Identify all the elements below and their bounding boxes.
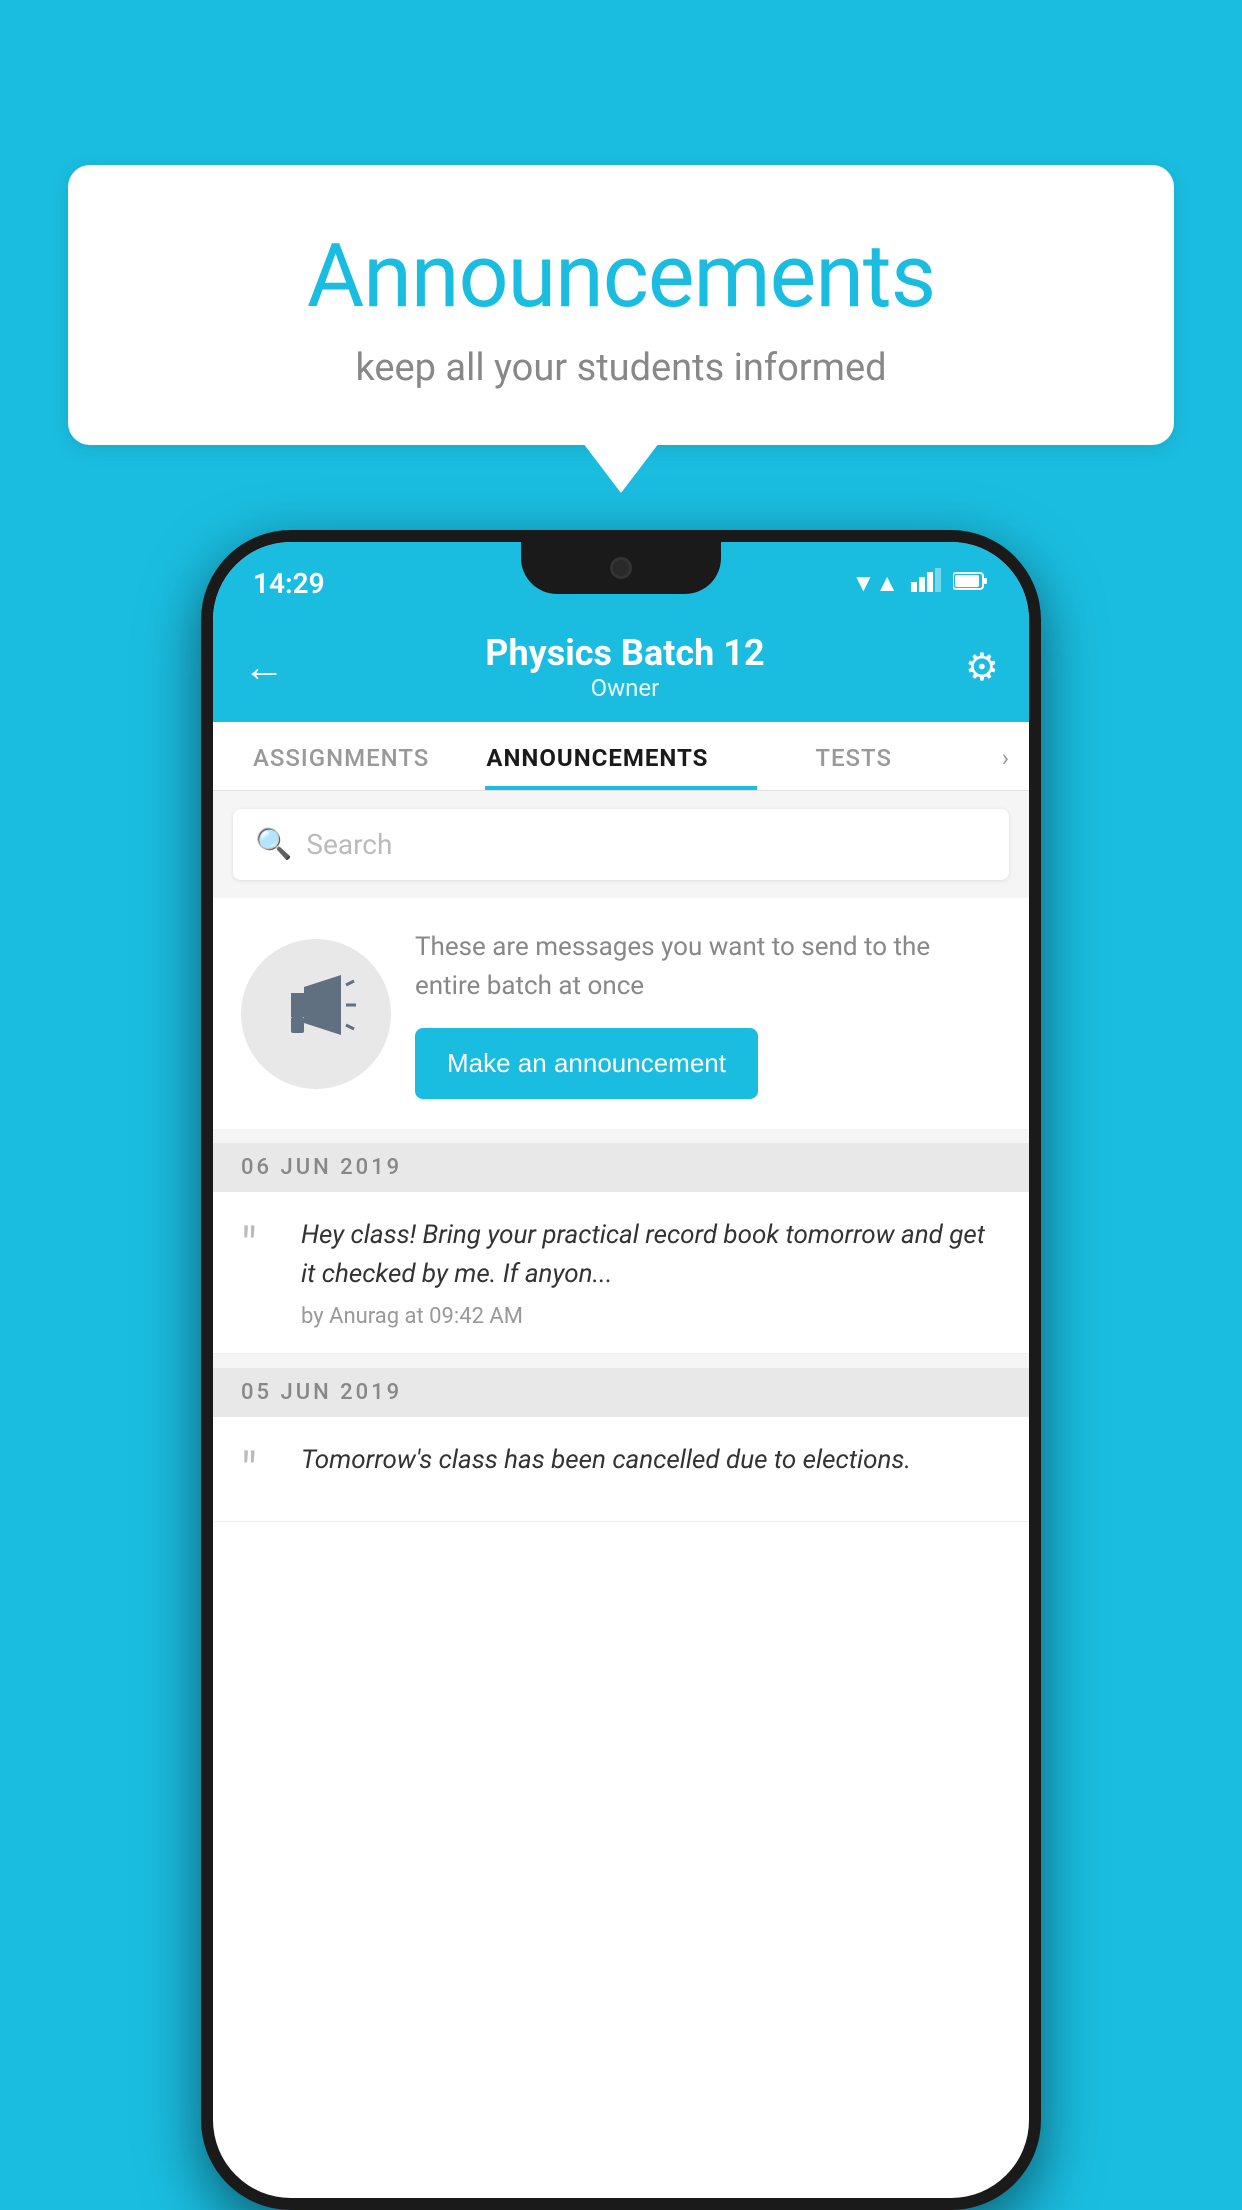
notch xyxy=(521,542,721,594)
promo-card: These are messages you want to send to t… xyxy=(213,898,1029,1129)
announcements-subtitle: keep all your students informed xyxy=(118,346,1124,390)
notch-camera xyxy=(610,557,632,579)
phone-inner: 14:29 ▼▲ ← Physics Batch 12 Owner xyxy=(213,542,1029,2198)
settings-icon[interactable]: ⚙ xyxy=(965,645,999,690)
back-button[interactable]: ← xyxy=(243,643,285,692)
megaphone-icon xyxy=(276,965,356,1063)
signal-icon xyxy=(911,568,941,598)
tab-tests[interactable]: TESTS xyxy=(726,722,982,790)
quote-icon-1: " xyxy=(241,1222,281,1272)
status-time: 14:29 xyxy=(253,567,325,600)
phone-wrapper: 14:29 ▼▲ ← Physics Batch 12 Owner xyxy=(201,530,1041,2210)
content-area: 🔍 Search xyxy=(213,791,1029,1522)
announcement-text-2: Tomorrow's class has been cancelled due … xyxy=(301,1441,1001,1480)
search-icon: 🔍 xyxy=(255,827,292,862)
owner-label: Owner xyxy=(485,674,764,702)
promo-icon-circle xyxy=(241,939,391,1089)
speech-bubble-container: Announcements keep all your students inf… xyxy=(68,165,1174,445)
tab-announcements[interactable]: ANNOUNCEMENTS xyxy=(469,722,725,790)
header-title-block: Physics Batch 12 Owner xyxy=(485,632,764,702)
tab-more[interactable]: › xyxy=(982,722,1029,790)
speech-bubble: Announcements keep all your students inf… xyxy=(68,165,1174,445)
announcement-text-1: Hey class! Bring your practical record b… xyxy=(301,1216,1001,1294)
app-header: ← Physics Batch 12 Owner ⚙ xyxy=(213,614,1029,722)
announcements-title: Announcements xyxy=(118,225,1124,328)
tabs-bar: ASSIGNMENTS ANNOUNCEMENTS TESTS › xyxy=(213,722,1029,791)
announcement-item-1[interactable]: " Hey class! Bring your practical record… xyxy=(213,1192,1029,1354)
date-divider-2: 05 JUN 2019 xyxy=(213,1368,1029,1417)
status-icons: ▼▲ xyxy=(851,568,989,598)
date-divider-1: 06 JUN 2019 xyxy=(213,1143,1029,1192)
tab-assignments[interactable]: ASSIGNMENTS xyxy=(213,722,469,790)
promo-description: These are messages you want to send to t… xyxy=(415,928,1001,1006)
announcement-text-block-2: Tomorrow's class has been cancelled due … xyxy=(301,1441,1001,1490)
search-bar[interactable]: 🔍 Search xyxy=(233,809,1009,880)
announcement-meta-1: by Anurag at 09:42 AM xyxy=(301,1304,1001,1329)
announcement-text-block-1: Hey class! Bring your practical record b… xyxy=(301,1216,1001,1329)
phone-outer: 14:29 ▼▲ ← Physics Batch 12 Owner xyxy=(201,530,1041,2210)
announcement-item-2[interactable]: " Tomorrow's class has been cancelled du… xyxy=(213,1417,1029,1522)
wifi-icon: ▼▲ xyxy=(851,569,899,598)
make-announcement-button[interactable]: Make an announcement xyxy=(415,1028,758,1099)
quote-icon-2: " xyxy=(241,1447,281,1497)
promo-text-block: These are messages you want to send to t… xyxy=(415,928,1001,1099)
search-placeholder: Search xyxy=(306,828,392,861)
battery-icon xyxy=(953,569,989,597)
batch-name: Physics Batch 12 xyxy=(485,632,764,674)
